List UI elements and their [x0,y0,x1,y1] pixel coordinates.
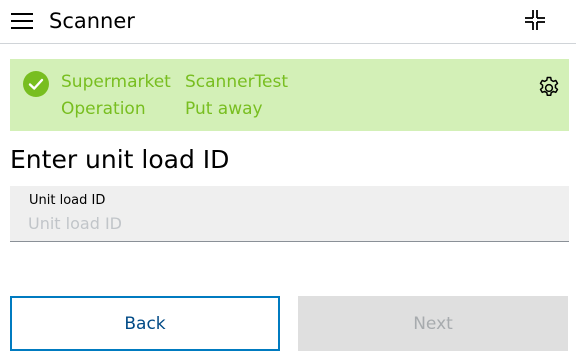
context-info-banner: Supermarket ScannerTest Operation Put aw… [10,59,569,131]
operation-label: Operation [61,99,146,119]
unit-load-id-label: Unit load ID [29,193,106,208]
app-title: Scanner [49,9,135,33]
page-title: Enter unit load ID [10,145,230,174]
unit-load-id-input[interactable] [28,211,548,235]
gear-icon[interactable] [537,76,561,100]
operation-value: Put away [185,99,263,119]
supermarket-value: ScannerTest [185,72,289,92]
hamburger-menu-icon[interactable] [11,13,33,29]
back-button[interactable]: Back [10,296,280,351]
check-circle-icon [23,71,49,97]
unit-load-id-field[interactable]: Unit load ID [10,186,569,242]
app-header: Scanner [0,0,576,44]
next-button[interactable]: Next [298,296,568,351]
collapse-icon[interactable] [524,9,546,31]
supermarket-label: Supermarket [61,72,171,92]
